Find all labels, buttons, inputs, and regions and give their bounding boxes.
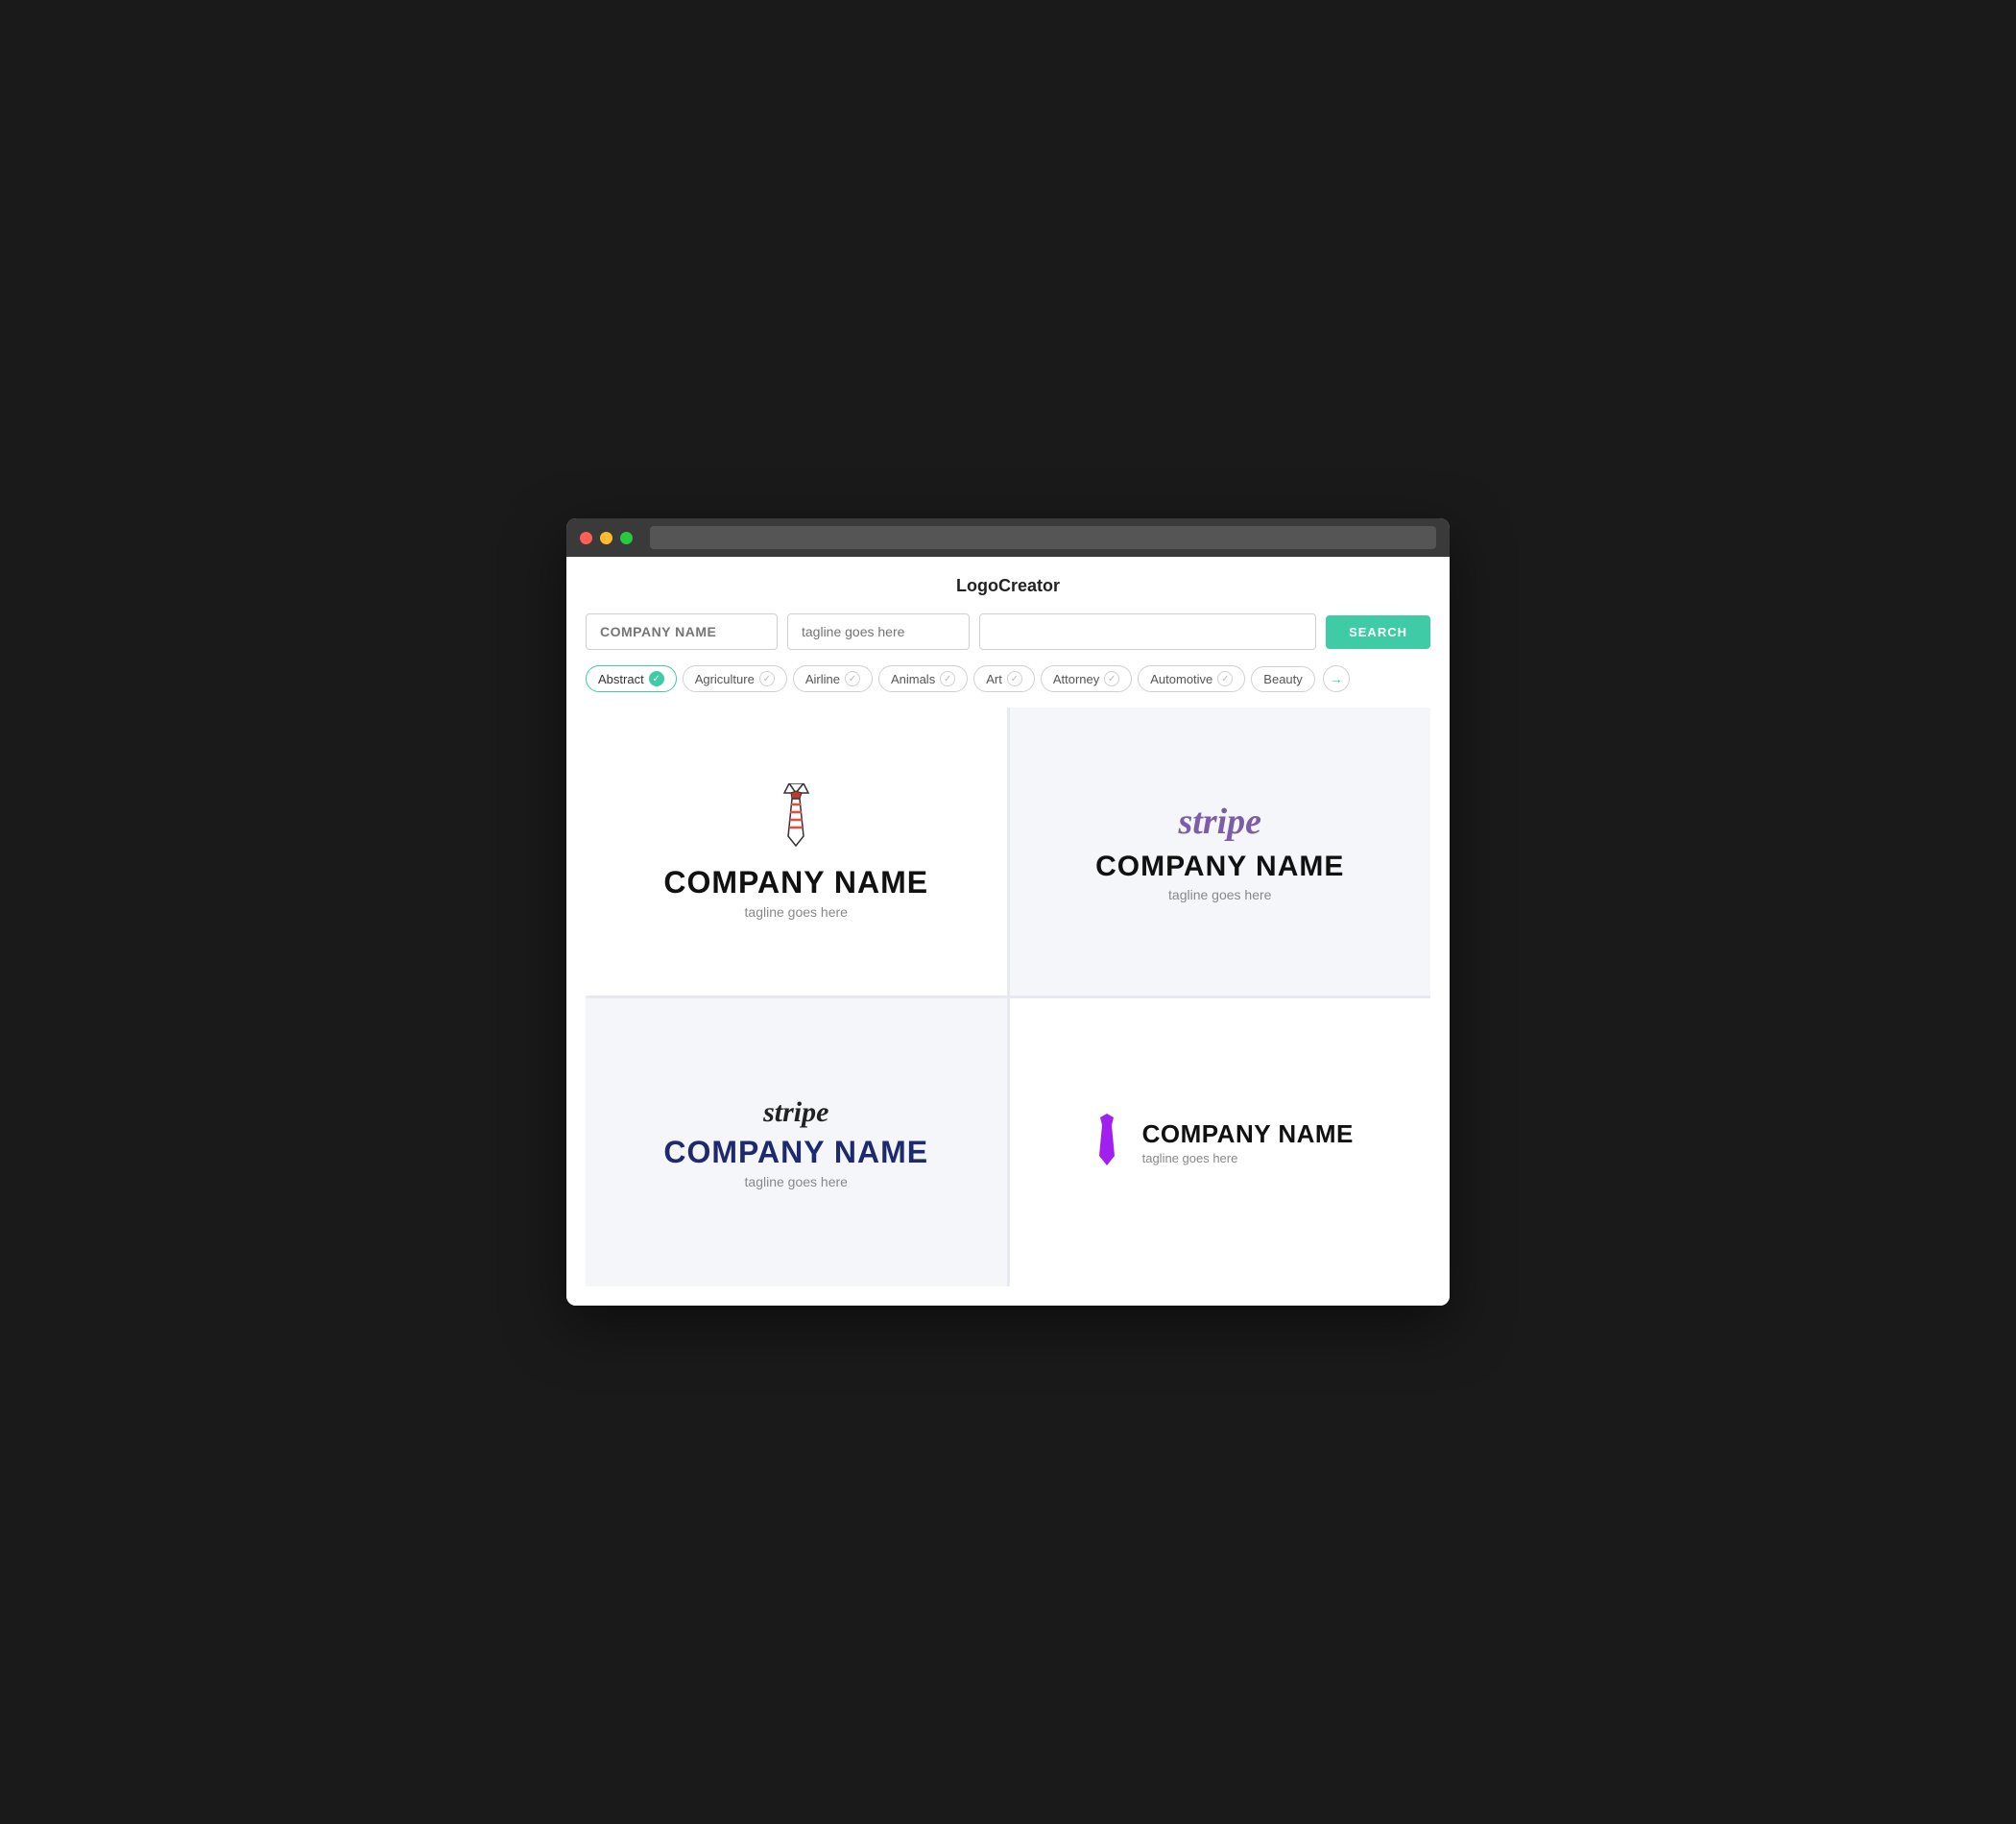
check-icon-abstract: ✓ [649,671,664,686]
filter-next-button[interactable]: → [1323,665,1350,692]
check-icon-agriculture: ✓ [759,671,775,686]
logo4-inner: COMPANY NAME tagline goes here [1087,1114,1354,1171]
filter-label-agriculture: Agriculture [695,672,755,686]
logo-card-2[interactable]: stripe COMPANY NAME tagline goes here [1010,708,1431,996]
logo3-stripe: stripe [763,1096,828,1129]
logo4-company: COMPANY NAME [1142,1119,1354,1149]
filter-label-attorney: Attorney [1053,672,1099,686]
logo-card-1[interactable]: COMPANY NAME tagline goes here [586,708,1007,996]
tie-illustrated-icon [770,783,823,855]
search-button[interactable]: SEARCH [1326,615,1430,649]
app-title: LogoCreator [586,576,1430,596]
company-name-input[interactable] [586,613,778,650]
minimize-button[interactable] [600,532,612,544]
filter-label-art: Art [986,672,1002,686]
logo-grid: COMPANY NAME tagline goes here stripe CO… [586,708,1430,1286]
logo3-tagline: tagline goes here [745,1174,848,1189]
extra-input[interactable] [979,613,1316,650]
tie-purple-icon [1087,1114,1127,1171]
logo2-stripe: stripe [1178,801,1261,843]
filter-chip-animals[interactable]: Animals ✓ [878,665,968,692]
filter-bar: Abstract ✓ Agriculture ✓ Airline ✓ Anima… [586,665,1430,692]
logo2-company: COMPANY NAME [1095,851,1344,883]
filter-chip-attorney[interactable]: Attorney ✓ [1041,665,1132,692]
logo3-company: COMPANY NAME [663,1135,928,1170]
tagline-input[interactable] [787,613,970,650]
logo1-tagline: tagline goes here [745,904,848,920]
logo4-tagline: tagline goes here [1142,1151,1354,1165]
filter-chip-agriculture[interactable]: Agriculture ✓ [683,665,787,692]
logo1-company: COMPANY NAME [663,865,928,900]
filter-chip-beauty[interactable]: Beauty [1251,666,1314,692]
filter-label-airline: Airline [805,672,840,686]
url-bar[interactable] [650,526,1436,549]
check-icon-animals: ✓ [940,671,955,686]
filter-chip-automotive[interactable]: Automotive ✓ [1138,665,1245,692]
check-icon-attorney: ✓ [1104,671,1119,686]
filter-chip-abstract[interactable]: Abstract ✓ [586,665,677,692]
check-icon-airline: ✓ [845,671,860,686]
logo4-text-group: COMPANY NAME tagline goes here [1142,1119,1354,1165]
filter-label-beauty: Beauty [1263,672,1302,686]
titlebar [566,518,1450,557]
logo-card-3[interactable]: stripe COMPANY NAME tagline goes here [586,998,1007,1286]
filter-label-automotive: Automotive [1150,672,1212,686]
close-button[interactable] [580,532,592,544]
check-icon-art: ✓ [1007,671,1022,686]
filter-chip-art[interactable]: Art ✓ [973,665,1035,692]
logo-card-4[interactable]: COMPANY NAME tagline goes here [1010,998,1431,1286]
app-body: LogoCreator SEARCH Abstract ✓ Agricultur… [566,557,1450,1306]
browser-window: LogoCreator SEARCH Abstract ✓ Agricultur… [566,518,1450,1306]
filter-label-abstract: Abstract [598,672,644,686]
check-icon-automotive: ✓ [1217,671,1233,686]
logo2-tagline: tagline goes here [1168,887,1271,902]
filter-chip-airline[interactable]: Airline ✓ [793,665,873,692]
search-bar: SEARCH [586,613,1430,650]
maximize-button[interactable] [620,532,633,544]
filter-label-animals: Animals [891,672,935,686]
